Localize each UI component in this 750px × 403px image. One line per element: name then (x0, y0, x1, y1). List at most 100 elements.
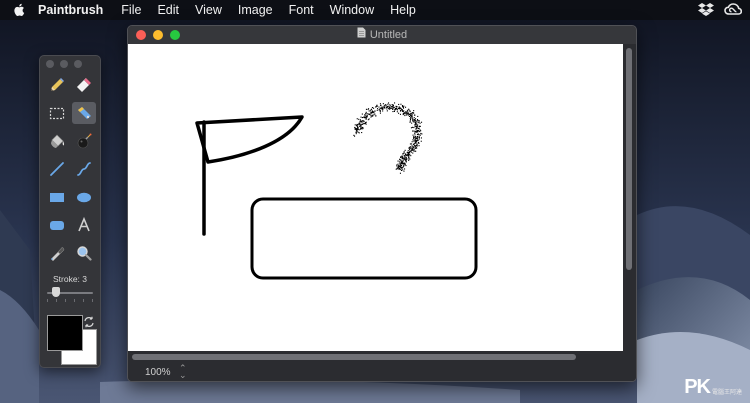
menu-view[interactable]: View (187, 0, 230, 20)
spray-dot (358, 122, 360, 124)
stroke-slider-knob[interactable] (52, 287, 61, 297)
spray-dot (401, 162, 403, 164)
menu-window[interactable]: Window (322, 0, 382, 20)
spray-dot (417, 120, 419, 122)
text-tool[interactable] (72, 214, 96, 236)
spray-dot (418, 136, 420, 138)
spray-dot (400, 166, 402, 168)
eyedropper-icon (51, 247, 65, 261)
spray-dot (405, 161, 407, 163)
spray-dot (392, 104, 394, 106)
spray-dot (408, 115, 410, 117)
spray-dot (388, 108, 390, 110)
horizontal-scroll-thumb[interactable] (132, 354, 576, 360)
menu-app-name[interactable]: Paintbrush (36, 0, 113, 20)
window-title-bar[interactable]: Untitled (128, 26, 636, 44)
spray-dot (412, 152, 414, 154)
spray-dot (409, 150, 411, 152)
spray-dot (419, 134, 421, 136)
spray-dot (395, 109, 397, 111)
vertical-scroll-thumb[interactable] (626, 48, 632, 270)
zoom-tool[interactable] (72, 242, 96, 264)
bomb-tool[interactable] (72, 130, 96, 152)
spray-dot (392, 107, 394, 109)
spray-dot (415, 147, 417, 149)
rounded-rectangle-tool[interactable] (45, 214, 69, 236)
pencil-tool[interactable] (45, 74, 69, 96)
stroke-slider-ticks (47, 299, 93, 302)
rectangle-tool[interactable] (45, 186, 69, 208)
spray-dot (359, 125, 361, 127)
ellipse-tool[interactable] (72, 186, 96, 208)
spray-dot (399, 159, 401, 161)
spray-dot (415, 145, 417, 147)
status-bar: 100% ⌃ ⌄ (128, 362, 636, 381)
spray-dot (376, 105, 378, 107)
spray-dot (379, 111, 381, 113)
vertical-scrollbar[interactable] (623, 44, 636, 351)
spray-dot (354, 126, 356, 128)
airbrush-tool[interactable] (72, 102, 96, 124)
spray-dot (402, 111, 404, 113)
stroke-label: Stroke: 3 (52, 274, 88, 284)
swap-colors-icon[interactable] (83, 315, 95, 328)
spray-dot (379, 109, 381, 111)
spray-dot (414, 134, 416, 136)
spray-dot (371, 107, 373, 109)
menu-font[interactable]: Font (281, 0, 322, 20)
spray-dot (389, 104, 391, 106)
selection-tool[interactable] (45, 102, 69, 124)
spray-dot (420, 132, 422, 134)
dropbox-icon[interactable] (698, 2, 714, 19)
foreground-color-well[interactable] (47, 315, 83, 351)
spray-dot (401, 105, 403, 107)
spray-dot (396, 165, 398, 167)
palette-close-button[interactable] (46, 60, 54, 68)
apple-menu-icon[interactable] (12, 2, 26, 18)
spray-dot (413, 117, 415, 119)
spray-dot (412, 119, 414, 121)
eraser-tool[interactable] (72, 74, 96, 96)
spray-dot (365, 121, 367, 123)
spray-dot (379, 112, 381, 114)
spray-dot (421, 121, 423, 123)
zoom-stepper-icon[interactable]: ⌃ ⌄ (179, 364, 187, 380)
eyedropper-tool[interactable] (45, 242, 69, 264)
zoom-level[interactable]: 100% (145, 367, 171, 378)
spray-dot (411, 117, 413, 119)
spray-dot (413, 110, 415, 112)
menu-edit[interactable]: Edit (149, 0, 187, 20)
creative-cloud-icon[interactable] (724, 2, 743, 18)
palette-zoom-button[interactable] (74, 60, 82, 68)
spray-dot (398, 161, 400, 163)
spray-dot (380, 107, 382, 109)
menu-image[interactable]: Image (230, 0, 281, 20)
spray-dot (410, 151, 412, 153)
spray-dot (407, 154, 409, 156)
rounded-rectangle-shape (250, 197, 478, 280)
drawing-canvas[interactable] (128, 44, 624, 351)
spray-dot (368, 108, 370, 110)
spray-dot (396, 106, 398, 108)
spray-dot (358, 118, 360, 120)
horizontal-scrollbar[interactable] (128, 351, 624, 362)
tools-palette: Stroke: 3 (39, 55, 101, 368)
spray-dot (360, 116, 362, 118)
spray-dot (417, 133, 419, 135)
spray-dot (409, 146, 411, 148)
spray-dot (366, 113, 368, 115)
spray-dot (399, 172, 401, 174)
spray-dot (410, 118, 412, 120)
menu-file[interactable]: File (113, 0, 149, 20)
spray-dot (408, 148, 410, 150)
palette-minimize-button[interactable] (60, 60, 68, 68)
line-tool[interactable] (45, 158, 69, 180)
menu-help[interactable]: Help (382, 0, 424, 20)
spray-dot (404, 168, 406, 170)
spray-dot (382, 110, 384, 112)
spray-dot (368, 113, 370, 115)
curve-tool[interactable] (72, 158, 96, 180)
paint-bucket-tool[interactable] (45, 130, 69, 152)
spray-dot (365, 108, 367, 110)
spray-dot (409, 115, 411, 117)
